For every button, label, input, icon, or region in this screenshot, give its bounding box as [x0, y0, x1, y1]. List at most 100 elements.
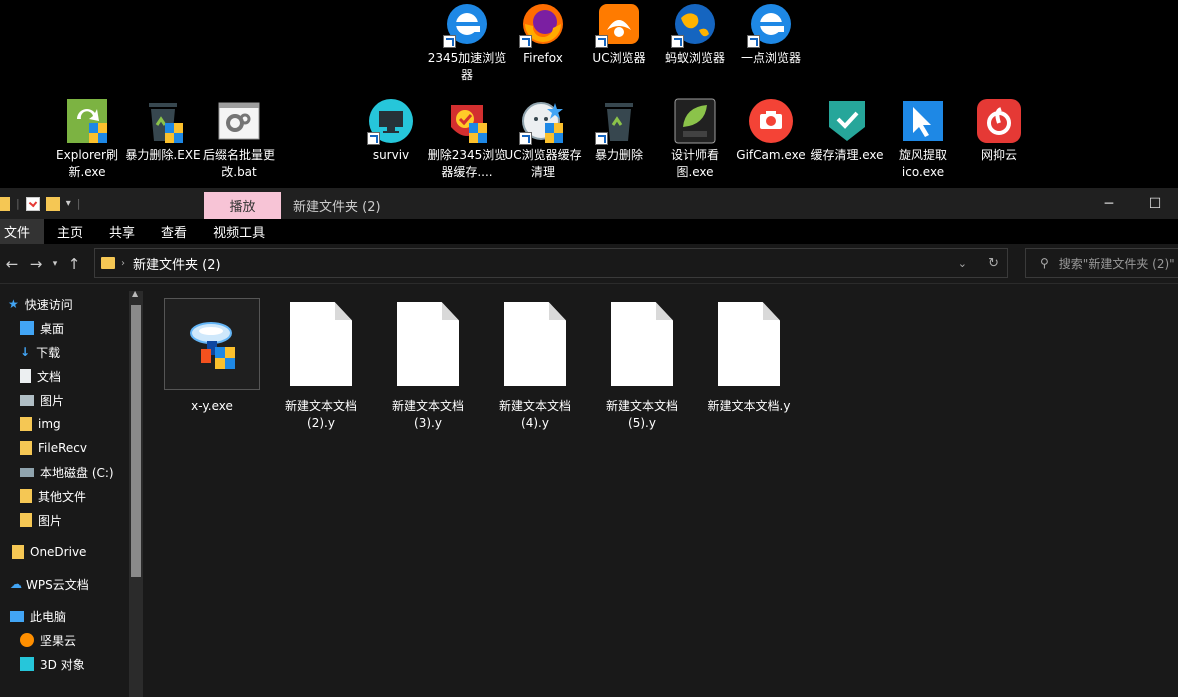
ie-browser-icon — [443, 0, 491, 48]
clean-uc-icon — [519, 97, 567, 145]
desktop-icon-explorer-refresh[interactable]: Explorer刷新.exe — [47, 97, 127, 181]
nav-label: 图片 — [40, 393, 65, 408]
nav-onedrive[interactable]: OneDrive — [12, 540, 142, 564]
globe-icon — [671, 0, 719, 48]
scrollbar-thumb[interactable] — [131, 305, 141, 577]
refresh-icon[interactable]: ↻ — [988, 256, 999, 271]
tab-view[interactable]: 查看 — [148, 219, 200, 244]
desktop-icon-gifcam[interactable]: GifCam.exe — [731, 97, 811, 164]
nav-label: 图片 — [38, 513, 63, 528]
file-item-doc-5[interactable]: 新建文本文档 (5).y — [592, 298, 692, 432]
desktop-icon-firefox[interactable]: Firefox — [503, 0, 583, 67]
desktop-icon-ant-browser[interactable]: 蚂蚁浏览器 — [655, 0, 735, 67]
forward-button[interactable]: → — [24, 249, 48, 279]
desktop-icon-force-delete[interactable]: 暴力删除 — [579, 97, 659, 164]
breadcrumb-current[interactable]: 新建文件夹 (2) — [133, 254, 221, 273]
shortcut-arrow-icon — [595, 35, 608, 48]
recent-locations-button[interactable]: ▾ — [48, 249, 62, 279]
desktop-icon-force-delete-exe[interactable]: 暴力删除.EXE — [123, 97, 203, 164]
drive-icon — [20, 467, 34, 477]
new-folder-icon[interactable] — [45, 196, 60, 211]
address-dropdown-icon[interactable]: ⌄ — [958, 257, 967, 270]
desktop-icon-uc-browser[interactable]: UC浏览器 — [579, 0, 659, 67]
up-button[interactable]: ↑ — [62, 249, 86, 279]
file-item-exe[interactable]: x-y.exe — [164, 298, 260, 415]
desktop-icon-label: 2345加速浏览器 — [427, 51, 507, 82]
file-item-doc[interactable]: 新建文本文档.y — [699, 298, 799, 415]
folder-icon — [20, 417, 32, 431]
nav-scrollbar[interactable]: ▲ — [129, 289, 143, 697]
nav-label: 此电脑 — [30, 609, 67, 624]
file-thumbnail — [271, 298, 371, 390]
file-item-doc-4[interactable]: 新建文本文档 (4).y — [485, 298, 585, 432]
shortcut-arrow-icon — [595, 132, 608, 145]
folder-icon — [20, 513, 32, 527]
shortcut-arrow-icon — [519, 35, 532, 48]
desktop-icon-png-viewer[interactable]: 设计师看图.exe — [655, 97, 735, 181]
file-thumbnail — [164, 298, 260, 390]
desktop: 2345加速浏览器 Firefox UC浏览器 蚂蚁浏览器 一点浏览器 Expl… — [0, 0, 1178, 188]
desktop-icon-batch-rename[interactable]: 后缀名批量更改.bat — [199, 97, 279, 181]
shortcut-arrow-icon — [519, 132, 532, 145]
shortcut-arrow-icon — [367, 132, 380, 145]
scroll-up-icon[interactable]: ▲ — [132, 289, 138, 298]
desktop-icon-label: GifCam.exe — [736, 148, 806, 162]
properties-icon[interactable] — [25, 196, 40, 211]
cube-icon — [20, 657, 34, 671]
desktop-icon-yidian-browser[interactable]: 一点浏览器 — [731, 0, 811, 67]
nav-label: WPS云文档 — [26, 577, 89, 592]
ie-browser-icon — [747, 0, 795, 48]
file-name: 新建文本文档.y — [707, 399, 791, 413]
desktop-icon-label: Explorer刷新.exe — [56, 148, 118, 179]
arrow-up-icon: ↑ — [67, 254, 81, 273]
desktop-icon-clean-uc[interactable]: UC浏览器缓存清理 — [503, 97, 583, 181]
folder-icon — [101, 257, 115, 269]
desktop-icon-label: 后缀名批量更改.bat — [202, 148, 275, 179]
address-bar[interactable]: › 新建文件夹 (2) ⌄ ↻ — [94, 248, 1008, 278]
file-explorer-window: | ▾ | 播放 新建文件夹 (2) ─ ☐ 文件 主页 共享 查看 视频工具 … — [0, 188, 1178, 697]
blank-document-icon — [397, 302, 459, 386]
desktop-icon-label: 网抑云 — [980, 148, 1017, 162]
nav-this-pc[interactable]: 此电脑 — [10, 604, 140, 628]
nav-wps-cloud[interactable]: ☁ WPS云文档 — [10, 572, 140, 596]
desktop-icon-netease-music[interactable]: 网抑云 — [959, 97, 1039, 164]
shortcut-arrow-icon — [747, 35, 760, 48]
nav-label: 3D 对象 — [40, 657, 85, 672]
desktop-icon-label: UC浏览器缓存清理 — [504, 148, 582, 179]
nav-label: 快速访问 — [24, 297, 73, 312]
tab-video-tools[interactable]: 视频工具 — [200, 219, 278, 244]
desktop-icon-label: 一点浏览器 — [740, 51, 801, 65]
quick-access-toolbar: | ▾ | — [0, 188, 80, 219]
shortcut-arrow-icon — [671, 35, 684, 48]
file-name: x-y.exe — [191, 399, 233, 413]
download-arrow-icon: ↓ — [20, 345, 31, 359]
tab-share[interactable]: 共享 — [96, 219, 148, 244]
nav-label: OneDrive — [30, 545, 87, 559]
shield-check-icon — [823, 97, 871, 145]
nav-label: 文档 — [37, 369, 62, 384]
desktop-icon-label: 暴力删除 — [594, 148, 643, 162]
desktop-icon-surviv[interactable]: surviv — [351, 97, 431, 164]
search-box[interactable]: ⚲ 搜索"新建文件夹 (2)" — [1025, 248, 1178, 278]
desktop-icon-2345-browser[interactable]: 2345加速浏览器 — [427, 0, 507, 84]
desktop-icon-ico-extract[interactable]: 旋风提取ico.exe — [883, 97, 963, 181]
tab-file[interactable]: 文件 — [0, 219, 45, 244]
desktop-icon-clean-2345[interactable]: 删除2345浏览器缓存.... — [427, 97, 507, 181]
tab-home[interactable]: 主页 — [44, 219, 96, 244]
contextual-tab-play[interactable]: 播放 — [204, 192, 281, 219]
gear-batch-icon — [215, 97, 263, 145]
file-item-doc-2[interactable]: 新建文本文档 (2).y — [271, 298, 371, 432]
maximize-button[interactable]: ☐ — [1132, 188, 1178, 219]
nav-label: img — [38, 417, 61, 431]
nav-quick-access[interactable]: ★ 快速访问 — [8, 292, 138, 316]
file-item-doc-3[interactable]: 新建文本文档 (3).y — [378, 298, 478, 432]
customize-toolbar-icon[interactable]: ▾ — [66, 198, 71, 209]
blank-document-icon — [718, 302, 780, 386]
back-button[interactable]: ← — [0, 249, 24, 279]
nav-label: 下载 — [36, 345, 61, 360]
arrow-left-icon: ← — [5, 254, 19, 273]
nut-icon — [20, 633, 34, 647]
minimize-button[interactable]: ─ — [1086, 188, 1132, 219]
desktop-icon-label: Firefox — [523, 51, 563, 65]
desktop-icon-cache-clean[interactable]: 缓存清理.exe — [807, 97, 887, 164]
